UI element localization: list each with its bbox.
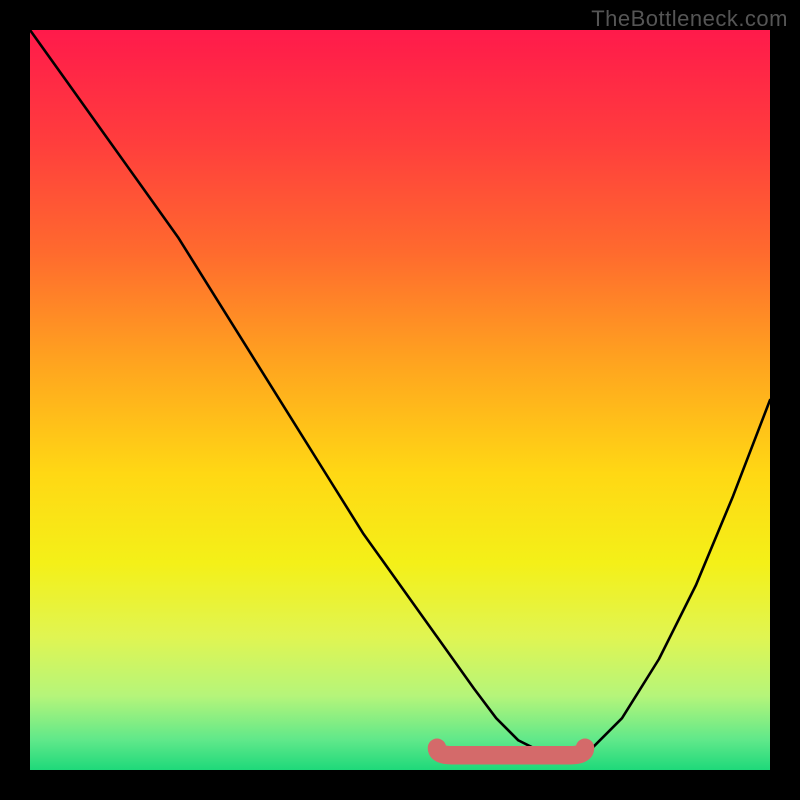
- gradient-background: [30, 30, 770, 770]
- plot-area: [30, 30, 770, 770]
- gradient-rect: [30, 30, 770, 770]
- watermark-text: TheBottleneck.com: [591, 6, 788, 32]
- chart-frame: TheBottleneck.com: [0, 0, 800, 800]
